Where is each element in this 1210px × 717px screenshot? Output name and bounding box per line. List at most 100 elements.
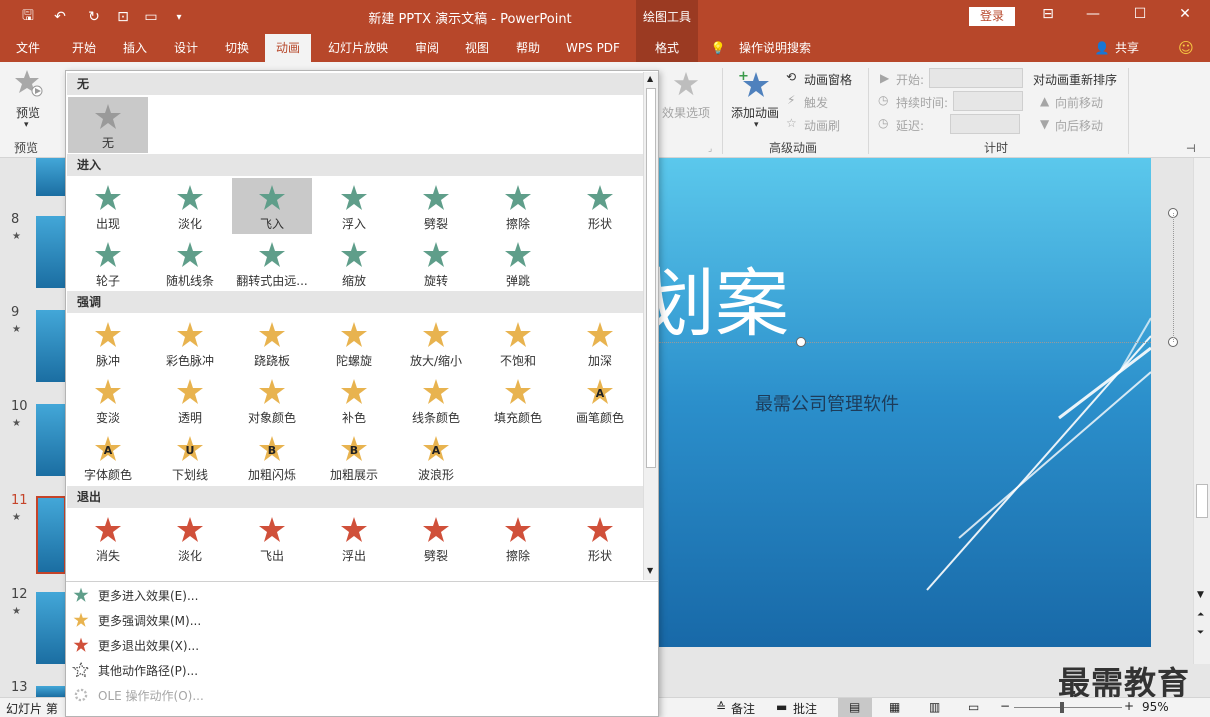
- animation-painter-button[interactable]: 动画刷: [804, 117, 840, 134]
- ole-action-verbs[interactable]: OLE 操作动作(O)...: [72, 683, 204, 707]
- slide-title[interactable]: 划案: [659, 244, 789, 351]
- gallery-scrollbar[interactable]: ▲ ▼: [643, 72, 658, 580]
- emphasis-effect[interactable]: B 加粗闪烁: [232, 429, 312, 485]
- slide[interactable]: 划案 最需公司管理软件: [659, 158, 1151, 647]
- smiley-icon[interactable]: ☺: [1174, 34, 1198, 62]
- add-animation-dropdown-icon[interactable]: ▾: [754, 120, 759, 130]
- entrance-effect[interactable]: 缩放: [314, 235, 394, 291]
- zoom-level[interactable]: 95%: [1142, 700, 1169, 714]
- slide-thumbnail[interactable]: [36, 686, 66, 697]
- entrance-effect[interactable]: 轮子: [68, 235, 148, 291]
- emphasis-effect[interactable]: 对象颜色: [232, 372, 312, 428]
- exit-effect[interactable]: 飞出: [232, 510, 312, 566]
- customize-quick-access-icon[interactable]: ▾: [169, 7, 189, 27]
- tab-format[interactable]: 格式: [636, 34, 698, 62]
- zoom-slider-thumb[interactable]: [1060, 702, 1064, 713]
- more-entrance-effects[interactable]: 更多进入效果(E)...: [72, 583, 198, 607]
- comments-button[interactable]: 批注: [793, 700, 817, 717]
- share-button[interactable]: 共享: [1112, 34, 1142, 62]
- undo-icon[interactable]: ↶: [50, 7, 70, 27]
- save-icon[interactable]: 🖫: [18, 7, 38, 27]
- slide-subtitle[interactable]: 最需公司管理软件: [755, 390, 899, 416]
- exit-effect[interactable]: 形状: [560, 510, 640, 566]
- emphasis-effect[interactable]: A 波浪形: [396, 429, 476, 485]
- ribbon-display-icon[interactable]: ⊟: [1036, 6, 1060, 26]
- effect-options-button[interactable]: 效果选项: [662, 104, 710, 121]
- emphasis-effect[interactable]: 透明: [150, 372, 230, 428]
- emphasis-effect[interactable]: 补色: [314, 372, 394, 428]
- pin-ribbon-icon[interactable]: ⊣: [1186, 142, 1196, 155]
- slide-thumbnail[interactable]: [36, 404, 66, 476]
- slide-thumbnail-current[interactable]: [36, 496, 66, 574]
- reading-view-icon[interactable]: ▥: [929, 700, 940, 714]
- start-select[interactable]: [929, 68, 1023, 88]
- tab-wps-pdf[interactable]: WPS PDF: [560, 34, 626, 62]
- tab-home[interactable]: 开始: [62, 34, 106, 62]
- tab-design[interactable]: 设计: [164, 34, 208, 62]
- emphasis-effect[interactable]: 线条颜色: [396, 372, 476, 428]
- scroll-down-icon[interactable]: ▼: [1197, 590, 1204, 600]
- entrance-effect[interactable]: 浮入: [314, 178, 394, 234]
- previous-slide-icon[interactable]: ⏶: [1197, 610, 1204, 620]
- minimize-icon[interactable]: —: [1081, 6, 1105, 26]
- duration-input[interactable]: [953, 91, 1023, 111]
- emphasis-effect[interactable]: 陀螺旋: [314, 315, 394, 371]
- emphasis-effect[interactable]: U 下划线: [150, 429, 230, 485]
- entrance-effect[interactable]: 翻转式由远...: [232, 235, 312, 291]
- emphasis-effect[interactable]: A 画笔颜色: [560, 372, 640, 428]
- entrance-effect[interactable]: 劈裂: [396, 178, 476, 234]
- zoom-out-icon[interactable]: −: [1000, 699, 1010, 713]
- slide-thumbnail[interactable]: [36, 216, 66, 288]
- resize-handle[interactable]: [796, 337, 806, 347]
- trigger-button[interactable]: 触发: [804, 94, 828, 111]
- emphasis-effect[interactable]: 变淡: [68, 372, 148, 428]
- emphasis-effect[interactable]: 加深: [560, 315, 640, 371]
- tell-me-search[interactable]: 操作说明搜索: [734, 34, 816, 62]
- entrance-effect[interactable]: 飞入: [232, 178, 312, 234]
- entrance-effect[interactable]: 形状: [560, 178, 640, 234]
- vertical-scrollbar[interactable]: ▼ ⏶ ⏷: [1193, 158, 1210, 664]
- emphasis-effect[interactable]: B 加粗展示: [314, 429, 394, 485]
- emphasis-effect[interactable]: 彩色脉冲: [150, 315, 230, 371]
- preview-dropdown-icon[interactable]: ▾: [24, 120, 29, 130]
- exit-effect[interactable]: 擦除: [478, 510, 558, 566]
- zoom-slider[interactable]: [1014, 707, 1122, 708]
- scroll-down-icon[interactable]: ▼: [647, 566, 653, 575]
- slide-sorter-icon[interactable]: ▦: [889, 700, 900, 714]
- preview-button[interactable]: [14, 68, 44, 101]
- zoom-in-icon[interactable]: +: [1124, 699, 1134, 713]
- tab-help[interactable]: 帮助: [506, 34, 550, 62]
- move-earlier-button[interactable]: 向前移动: [1055, 94, 1103, 111]
- slide-thumbnail[interactable]: [36, 158, 66, 196]
- slide-thumbnail[interactable]: [36, 592, 66, 664]
- entrance-effect[interactable]: 擦除: [478, 178, 558, 234]
- emphasis-effect[interactable]: 填充颜色: [478, 372, 558, 428]
- tab-view[interactable]: 视图: [455, 34, 499, 62]
- exit-effect[interactable]: 淡化: [150, 510, 230, 566]
- redo-icon[interactable]: ↻: [84, 7, 104, 27]
- notes-button[interactable]: 备注: [731, 700, 755, 717]
- tab-transitions[interactable]: 切换: [215, 34, 259, 62]
- emphasis-effect[interactable]: 放大/缩小: [396, 315, 476, 371]
- animation-pane-button[interactable]: 动画窗格: [804, 71, 852, 88]
- scroll-up-icon[interactable]: ▲: [647, 74, 653, 83]
- emphasis-effect[interactable]: A 字体颜色: [68, 429, 148, 485]
- add-animation-button[interactable]: 添加动画: [731, 104, 779, 121]
- exit-effect[interactable]: 消失: [68, 510, 148, 566]
- slide-thumbnail[interactable]: [36, 310, 66, 382]
- maximize-icon[interactable]: ☐: [1128, 6, 1152, 26]
- exit-effect[interactable]: 浮出: [314, 510, 394, 566]
- entrance-effect[interactable]: 淡化: [150, 178, 230, 234]
- animation-none[interactable]: 无: [68, 97, 148, 153]
- emphasis-effect[interactable]: 跷跷板: [232, 315, 312, 371]
- tab-insert[interactable]: 插入: [113, 34, 157, 62]
- tab-animations[interactable]: 动画: [265, 34, 311, 62]
- login-button[interactable]: 登录: [969, 7, 1015, 26]
- gallery-scroll-thumb[interactable]: [646, 88, 656, 468]
- animation-dialog-launcher-icon[interactable]: ⌟: [708, 144, 712, 154]
- new-file-icon[interactable]: ▭: [141, 7, 161, 27]
- scroll-thumb[interactable]: [1196, 484, 1208, 518]
- present-icon[interactable]: ⊡: [113, 7, 133, 27]
- emphasis-effect[interactable]: 脉冲: [68, 315, 148, 371]
- tab-file[interactable]: 文件: [6, 34, 50, 62]
